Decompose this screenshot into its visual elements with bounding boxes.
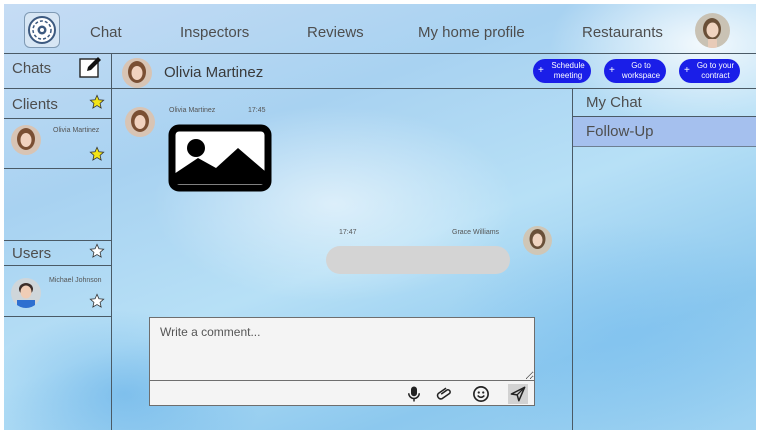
message-time: 17:47 <box>339 229 357 236</box>
composer-divider <box>150 380 534 381</box>
app-window: Chat Inspectors Reviews My home profile … <box>4 4 756 430</box>
chats-divider <box>4 88 111 89</box>
header-divider <box>111 88 756 89</box>
my-chat-item[interactable]: My Chat <box>586 94 642 111</box>
client-star-icon[interactable] <box>89 146 105 162</box>
contact-name: Olivia Martinez <box>164 64 264 81</box>
clients-label: Clients <box>12 96 58 113</box>
client-avatar <box>11 125 41 155</box>
nav-chat[interactable]: Chat <box>90 24 122 41</box>
contact-avatar[interactable] <box>122 58 152 88</box>
nav-divider <box>4 53 756 54</box>
send-icon[interactable] <box>508 384 528 404</box>
client-list-item[interactable]: Olivia Martinez <box>4 119 111 168</box>
nav-reviews[interactable]: Reviews <box>307 24 364 41</box>
plus-icon: + <box>684 65 690 76</box>
message-avatar <box>523 226 552 255</box>
profile-avatar[interactable] <box>695 13 730 48</box>
message-sender: Olivia Martinez <box>169 107 216 114</box>
plus-icon: + <box>609 65 615 76</box>
message-time: 17:45 <box>248 107 266 114</box>
image-attachment-icon[interactable] <box>168 124 272 192</box>
comment-input[interactable] <box>150 318 534 380</box>
compose-icon[interactable] <box>79 55 103 79</box>
users-star-icon[interactable] <box>89 243 105 259</box>
user-list-item[interactable]: Michael Johnson <box>4 266 111 316</box>
attachment-icon[interactable] <box>436 385 454 403</box>
users-label: Users <box>12 245 52 262</box>
user-star-icon[interactable] <box>89 293 105 309</box>
nav-restaurants[interactable]: Restaurants <box>582 24 663 41</box>
sidebar-divider <box>111 53 112 430</box>
nav-inspectors[interactable]: Inspectors <box>180 24 249 41</box>
follow-up-label: Follow-Up <box>586 123 654 140</box>
microphone-icon[interactable] <box>405 385 423 403</box>
client-name: Olivia Martinez <box>53 127 100 134</box>
message-sender: Grace Williams <box>452 229 500 236</box>
message-bubble <box>326 246 510 274</box>
follow-up-item[interactable]: Follow-Up <box>573 117 756 147</box>
user-list-divider <box>4 316 111 317</box>
chats-label: Chats <box>12 60 52 77</box>
comment-box <box>149 317 535 406</box>
client-list-divider <box>4 168 111 169</box>
clients-star-icon[interactable] <box>89 94 105 110</box>
message-avatar <box>125 107 155 137</box>
emoji-icon[interactable] <box>472 385 490 403</box>
nav-my-home-profile[interactable]: My home profile <box>418 24 525 41</box>
schedule-meeting-button[interactable]: + Schedule meeting <box>533 59 591 83</box>
plus-icon: + <box>538 65 544 76</box>
user-avatar <box>11 278 41 308</box>
go-to-contract-button[interactable]: + Go to your contract <box>679 59 740 83</box>
app-logo-icon[interactable] <box>24 12 60 48</box>
user-name: Michael Johnson <box>49 277 102 284</box>
users-top-divider <box>4 240 111 241</box>
go-to-workspace-button[interactable]: + Go to workspace <box>604 59 666 83</box>
